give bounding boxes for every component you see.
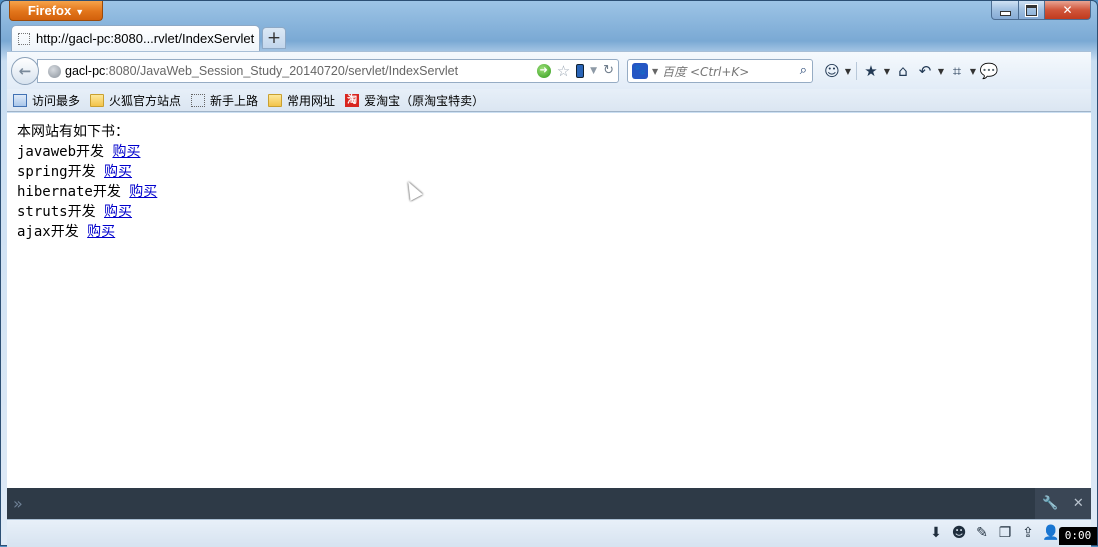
maximize-icon	[1025, 3, 1038, 17]
browser-window: Firefox ▼ ✕ http://gacl-pc:8080...rvlet/I…	[0, 0, 1098, 547]
page-heading: 本网站有如下书：	[17, 124, 129, 140]
chevron-down-icon: ▼	[75, 7, 85, 17]
bookmark-star-icon[interactable]: ☆	[557, 63, 570, 78]
new-tab-button[interactable]: +	[262, 27, 286, 49]
bookmark-firefox-site[interactable]: 火狐官方站点	[90, 92, 181, 109]
book-name: javaweb开发	[17, 144, 105, 160]
emoji-addon-icon[interactable]: ☺	[821, 61, 843, 81]
url-host: gacl-pc	[65, 64, 106, 78]
addon-dropdown-icon[interactable]: ▼	[843, 67, 853, 76]
globe-icon	[48, 64, 61, 78]
folder-icon	[268, 93, 283, 107]
bookmarks-toolbar: 访问最多 火狐官方站点 新手上路 常用网址 淘 爱淘宝（原淘宝特卖）	[7, 89, 1091, 112]
chat-icon[interactable]: 💬	[978, 61, 1000, 81]
user-icon[interactable]: 👤	[1042, 524, 1060, 542]
bookmarks-dropdown-icon[interactable]: ▼	[882, 67, 892, 76]
mobile-icon[interactable]	[576, 63, 585, 78]
buy-link[interactable]: 购买	[104, 204, 132, 220]
search-engine-dropdown-icon[interactable]: ▼	[652, 67, 658, 76]
go-arrow-icon[interactable]: ➜	[536, 63, 551, 78]
navigation-toolbar: gacl-pc:8080/JavaWeb_Session_Study_20140…	[7, 51, 1091, 89]
list-icon	[13, 93, 27, 107]
firefox-menu-button[interactable]: Firefox ▼	[9, 1, 103, 21]
share-icon[interactable]: ⇪	[1019, 524, 1037, 542]
page-icon	[18, 32, 30, 45]
bookmark-common-sites[interactable]: 常用网址	[268, 92, 335, 109]
addon-bar: ⬇ ☻ ✎ ❐ ⇪ 👤 ⎙	[7, 519, 1091, 547]
wrench-icon[interactable]: 🔧	[1042, 496, 1058, 511]
toolbar-separator	[856, 62, 857, 80]
crop-icon[interactable]: ⌗	[946, 61, 968, 81]
taobao-icon: 淘	[345, 93, 360, 107]
undo-dropdown-icon[interactable]: ▼	[936, 67, 946, 76]
history-dropdown-icon[interactable]: ▼	[590, 66, 597, 76]
brush-icon[interactable]: ✎	[973, 524, 991, 542]
book-row: javaweb开发 购买	[17, 142, 1081, 162]
bookmark-label: 新手上路	[210, 93, 259, 108]
search-bar[interactable]: 🐾 ▼ 百度 <Ctrl+K> ⌕	[627, 59, 813, 83]
home-icon[interactable]: ⌂	[892, 61, 914, 81]
folder-icon	[90, 93, 105, 107]
reload-icon[interactable]: ↻	[603, 63, 614, 78]
bookmark-ai-taobao[interactable]: 淘 爱淘宝（原淘宝特卖）	[345, 92, 484, 109]
bookmark-label: 访问最多	[32, 93, 81, 108]
copy-icon[interactable]: ❐	[996, 524, 1014, 542]
buy-link[interactable]: 购买	[112, 144, 140, 160]
buy-link[interactable]: 购买	[104, 164, 132, 180]
bookmark-label: 爱淘宝（原淘宝特卖）	[364, 93, 485, 108]
url-text[interactable]: gacl-pc:8080/JavaWeb_Session_Study_20140…	[65, 64, 458, 78]
close-icon: ✕	[1062, 3, 1073, 17]
minimize-icon	[999, 10, 1011, 16]
console-tools: 🔧 ✕	[1035, 488, 1091, 519]
book-row: ajax开发 购买	[17, 222, 1081, 242]
book-row: spring开发 购买	[17, 162, 1081, 182]
crop-dropdown-icon[interactable]: ▼	[968, 67, 978, 76]
web-console-bar[interactable]: » 🔧 ✕	[7, 488, 1091, 519]
plus-icon: +	[266, 28, 282, 48]
toolbar-icons: ☺ ▼ ★ ▼ ⌂ ↶ ▼ ⌗ ▼ 💬	[821, 61, 1000, 81]
tab-title: http://gacl-pc:8080...rvlet/IndexServlet	[36, 31, 255, 46]
console-prompt-icon[interactable]: »	[13, 494, 23, 513]
download-icon[interactable]: ⬇	[927, 524, 945, 542]
url-bar-icons: ➜ ☆ ▼ ↻	[536, 63, 614, 78]
buy-link[interactable]: 购买	[129, 184, 157, 200]
book-name: ajax开发	[17, 224, 79, 240]
bookmark-getting-started[interactable]: 新手上路	[191, 92, 258, 109]
back-arrow-icon: ←	[18, 62, 32, 80]
bookmark-label: 常用网址	[287, 93, 336, 108]
maximize-button[interactable]	[1019, 1, 1045, 20]
book-name: spring开发	[17, 164, 96, 180]
bookmarks-menu-icon[interactable]: ★	[860, 61, 882, 81]
close-button[interactable]: ✕	[1045, 1, 1091, 20]
book-name: hibernate开发	[17, 184, 121, 200]
undo-icon[interactable]: ↶	[914, 61, 936, 81]
search-input[interactable]: 百度 <Ctrl+K>	[662, 63, 749, 80]
book-row: hibernate开发 购买	[17, 182, 1081, 202]
page-icon	[191, 93, 206, 107]
book-name: struts开发	[17, 204, 96, 220]
search-icon[interactable]: ⌕	[800, 63, 807, 78]
book-row: struts开发 购买	[17, 202, 1081, 222]
mask-icon[interactable]: ☻	[950, 524, 968, 542]
back-button[interactable]: ←	[11, 57, 39, 85]
console-close-icon[interactable]: ✕	[1073, 496, 1084, 511]
buy-link[interactable]: 购买	[87, 224, 115, 240]
url-path: :8080/JavaWeb_Session_Study_20140720/ser…	[105, 64, 459, 78]
recording-timer: 0:00	[1059, 527, 1097, 545]
window-controls: ✕	[991, 1, 1091, 20]
page-content: 本网站有如下书： javaweb开发 购买 spring开发 购买 hibern…	[7, 113, 1091, 488]
firefox-menu-label: Firefox	[27, 3, 72, 18]
url-bar[interactable]: gacl-pc:8080/JavaWeb_Session_Study_20140…	[37, 59, 619, 83]
minimize-button[interactable]	[991, 1, 1019, 20]
tab-index-servlet[interactable]: http://gacl-pc:8080...rvlet/IndexServlet	[11, 25, 260, 51]
bookmark-most-visited[interactable]: 访问最多	[13, 92, 80, 109]
bookmark-label: 火狐官方站点	[109, 93, 182, 108]
baidu-icon[interactable]: 🐾	[632, 63, 648, 79]
